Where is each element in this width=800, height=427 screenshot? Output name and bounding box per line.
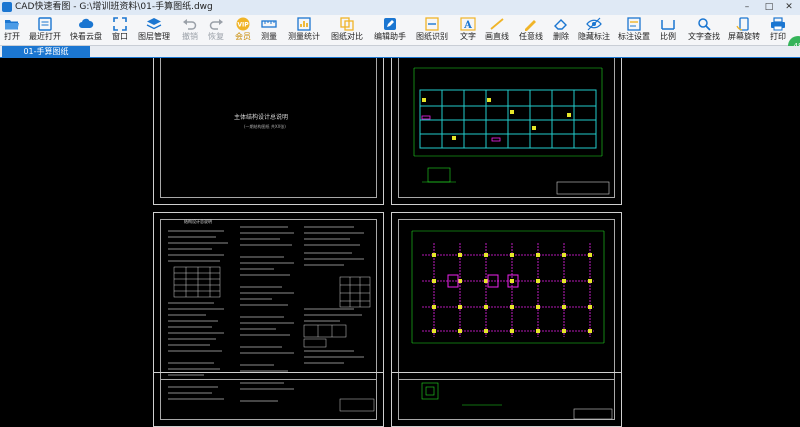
text-search-icon [698, 18, 711, 31]
text-tool-button[interactable]: A 文字 [456, 15, 480, 45]
edit-assistant-button[interactable]: 编辑助手 [372, 15, 408, 45]
measure-icon [261, 20, 277, 28]
undo-button[interactable]: 撤销 [178, 15, 202, 45]
drawing-sheet-6 [391, 372, 622, 413]
tab-01-drawing[interactable]: 01-手算图纸 [2, 46, 90, 57]
compare-drawings-button[interactable]: 图纸对比 [329, 15, 365, 45]
svg-text:VIP: VIP [237, 22, 249, 29]
layers-icon [146, 18, 162, 30]
vip-member-button[interactable]: VIP 会员 [231, 15, 255, 45]
print-button[interactable]: 打印 [766, 15, 790, 45]
compare-icon [340, 17, 354, 31]
app-logo-icon [2, 2, 12, 12]
freehand-line-button[interactable]: 任意线 [517, 15, 545, 45]
annotation-settings-icon [627, 17, 641, 31]
title-bar: CAD快速看图 - G:\增训班资料\01-手算图纸.dwg – □ ✕ [0, 0, 800, 16]
open-button[interactable]: 打开 [0, 15, 24, 45]
rotate-screen-icon [736, 17, 749, 31]
drawing-sheet-foundation-plan [391, 58, 622, 205]
main-toolbar: 打开 最近打开 快看云盘 窗口 图层管理 撤销 恢复 VIP 会员 测量 测量统… [0, 15, 800, 46]
close-button[interactable]: ✕ [778, 0, 800, 15]
recent-files-button[interactable]: 最近打开 [27, 15, 63, 45]
eraser-icon [554, 19, 567, 30]
document-tab-bar: 01-手算图纸 [0, 46, 800, 58]
window-title: CAD快速看图 - G:\增训班资料\01-手算图纸.dwg [15, 2, 213, 12]
window-fit-icon [113, 17, 127, 31]
window-fit-button[interactable]: 窗口 [108, 15, 132, 45]
folder-open-icon [5, 20, 19, 30]
drawing-sheet-cover: 主体结构设计总说明 (一期结构图纸 共XX张) [153, 58, 384, 205]
undo-icon [183, 19, 197, 30]
drawing-sheet-5 [153, 372, 384, 413]
rotate-screen-button[interactable]: 屏幕旋转 [726, 15, 762, 45]
redo-icon [209, 19, 223, 30]
measure-stats-button[interactable]: 测量统计 [286, 15, 322, 45]
hide-eye-icon [586, 17, 602, 31]
minimize-button[interactable]: – [736, 0, 758, 15]
cloud-drive-icon [79, 18, 94, 28]
freehand-line-icon [525, 20, 536, 31]
line-icon [490, 18, 504, 30]
cover-title: 主体结构设计总说明 [234, 114, 289, 121]
draw-line-button[interactable]: 画直线 [483, 15, 511, 45]
redo-button[interactable]: 恢复 [204, 15, 228, 45]
vip-icon: VIP [236, 17, 250, 31]
hide-annotations-button[interactable]: 隐藏标注 [576, 15, 612, 45]
text-icon: A [460, 17, 476, 31]
measure-button[interactable]: 测量 [257, 15, 281, 45]
cloud-drive-button[interactable]: 快看云盘 [68, 15, 104, 45]
annotation-settings-button[interactable]: 标注设置 [616, 15, 652, 45]
delete-button[interactable]: 删除 [549, 15, 573, 45]
measure-stats-icon [297, 17, 311, 31]
layer-manager-button[interactable]: 图层管理 [136, 15, 172, 45]
scale-button[interactable]: 比例 [656, 15, 680, 45]
cover-subtitle: (一期结构图纸 共XX张) [244, 124, 286, 129]
recognize-icon [425, 17, 439, 31]
drawing-canvas[interactable]: 主体结构设计总说明 (一期结构图纸 共XX张) 结构设计总说明 [0, 58, 800, 427]
foundation-plan-drawing [413, 67, 610, 195]
recent-files-icon [38, 17, 52, 31]
svg-text:A: A [463, 20, 472, 31]
drawing-recognition-button[interactable]: 图纸识别 [414, 15, 450, 45]
maximize-button[interactable]: □ [758, 0, 780, 15]
print-icon [771, 17, 785, 31]
edit-assistant-icon [384, 18, 396, 30]
scale-icon [661, 20, 675, 30]
text-search-button[interactable]: 文字查找 [686, 15, 722, 45]
